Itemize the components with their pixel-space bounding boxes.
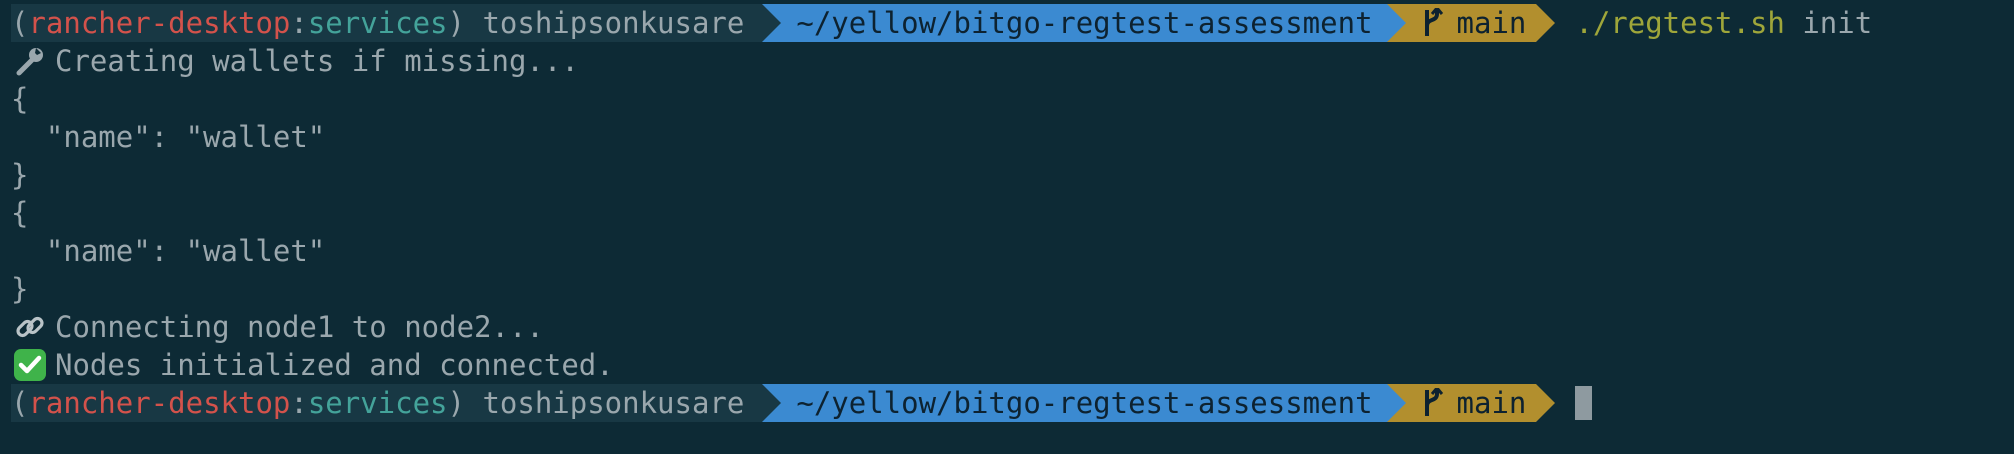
output-initialized: Nodes initialized and connected. — [55, 348, 614, 382]
prompt-path: ~/yellow/bitgo-regtest-assessment — [796, 386, 1373, 420]
git-branch-name: main — [1456, 6, 1527, 40]
prompt-git-segment: main — [1386, 4, 1537, 42]
command-arg: init — [1784, 6, 1873, 40]
output-line: Creating wallets if missing... — [11, 42, 2014, 80]
kube-namespace: services — [307, 6, 448, 40]
git-branch-name: main — [1456, 386, 1527, 420]
paren-close: ) — [447, 6, 465, 40]
prompt-user: toshipsonkusare — [465, 386, 745, 420]
output-line: { — [11, 80, 2014, 118]
colon: : — [290, 386, 308, 420]
prompt-path-segment: ~/yellow/bitgo-regtest-assessment — [762, 4, 1387, 42]
prompt-path: ~/yellow/bitgo-regtest-assessment — [796, 6, 1373, 40]
output-line: "name": "wallet" — [11, 232, 2014, 270]
output-line: } — [11, 270, 2014, 308]
git-branch-icon — [1424, 388, 1443, 416]
paren-open: ( — [11, 386, 29, 420]
output-line: Nodes initialized and connected. — [11, 346, 2014, 384]
json-brace-open: { — [11, 196, 29, 230]
prompt-line: (rancher-desktop: services) toshipsonkusa… — [11, 4, 2014, 42]
link-icon — [11, 308, 49, 346]
output-line: Connecting node1 to node2... — [11, 308, 2014, 346]
command: ./regtest.sh init — [1555, 4, 1872, 42]
terminal-window[interactable]: (rancher-desktop: services) toshipsonkusa… — [0, 0, 2014, 454]
git-branch-icon — [1424, 8, 1443, 36]
command-exe: ./regtest.sh — [1575, 6, 1785, 40]
prompt-git-segment: main — [1386, 384, 1537, 422]
json-name-line: "name": "wallet" — [11, 234, 326, 268]
text-cursor[interactable] — [1575, 386, 1593, 420]
output-line: "name": "wallet" — [11, 118, 2014, 156]
kube-host: rancher-desktop — [28, 386, 291, 420]
output-connecting: Connecting node1 to node2... — [55, 310, 544, 344]
prompt-context: (rancher-desktop: services) toshipsonkusa… — [11, 4, 763, 42]
json-brace-close: } — [11, 272, 29, 306]
json-brace-open: { — [11, 82, 29, 116]
paren-close: ) — [447, 386, 465, 420]
prompt-line: (rancher-desktop: services) toshipsonkusa… — [11, 384, 2014, 422]
output-line: { — [11, 194, 2014, 232]
prompt-path-segment: ~/yellow/bitgo-regtest-assessment — [762, 384, 1387, 422]
paren-open: ( — [11, 6, 29, 40]
prompt-user: toshipsonkusare — [465, 6, 745, 40]
prompt-context: (rancher-desktop: services) toshipsonkusa… — [11, 384, 763, 422]
check-mark-icon — [11, 346, 49, 384]
kube-host: rancher-desktop — [28, 6, 291, 40]
json-brace-close: } — [11, 158, 29, 192]
colon: : — [290, 6, 308, 40]
output-creating: Creating wallets if missing... — [55, 44, 579, 78]
json-name-line: "name": "wallet" — [11, 120, 326, 154]
wrench-icon — [11, 42, 49, 80]
output-line: } — [11, 156, 2014, 194]
kube-namespace: services — [307, 386, 448, 420]
